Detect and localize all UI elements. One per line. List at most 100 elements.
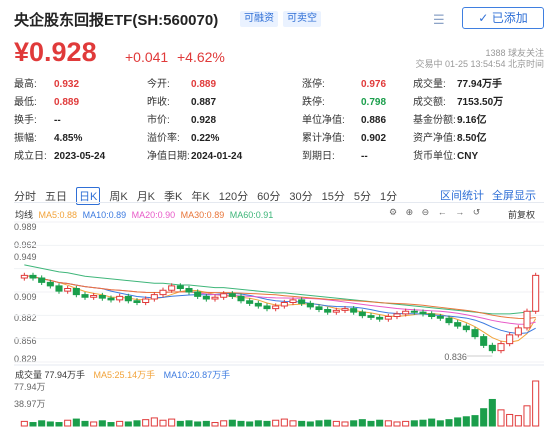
volume-bar (376, 419, 384, 427)
candle-body (246, 300, 254, 304)
volume-bar (497, 409, 505, 427)
volume-bar (81, 420, 89, 427)
candle-body (46, 281, 54, 287)
kline-chart[interactable]: 0.836 (0, 0, 554, 428)
candle-body (29, 274, 37, 279)
volume-bar (64, 419, 72, 427)
volume-bar (263, 420, 271, 427)
volume-bar (150, 417, 158, 427)
volume-bar (272, 419, 280, 427)
volume-bar (29, 422, 37, 427)
candle-body (532, 274, 540, 312)
candle-body (263, 305, 271, 310)
candle-body (176, 285, 184, 289)
volume-bar (228, 419, 236, 427)
candle-body (306, 302, 314, 308)
candle-body (419, 311, 427, 315)
candle-body (402, 310, 410, 315)
volume-bar (20, 420, 28, 427)
candle-body (220, 293, 228, 298)
candle-body (185, 288, 193, 293)
candle-body (514, 327, 522, 336)
volume-bar (350, 420, 358, 427)
volume-bar (358, 419, 366, 427)
candle-body (150, 294, 158, 300)
volume-bar (488, 398, 496, 427)
candle-body (90, 295, 98, 298)
volume-bar (532, 380, 540, 427)
candle-body (289, 299, 297, 303)
volume-bar (324, 419, 332, 427)
volume-bar (168, 418, 176, 427)
candle-body (454, 322, 462, 327)
candle-body (254, 302, 262, 307)
candle-body (410, 310, 418, 313)
candle-body (480, 336, 488, 346)
volume-bar (107, 422, 115, 427)
volume-bar (38, 420, 46, 427)
candle-body (384, 316, 392, 320)
volume-axis-mid: 38.97万 (14, 399, 46, 409)
volume-bar (462, 416, 470, 427)
candle-body (107, 297, 115, 301)
volume-ma5-label: MA5:25.14万手 (93, 370, 156, 380)
volume-bar (211, 422, 219, 427)
volume-bar (393, 421, 401, 427)
ma5-line (24, 274, 537, 343)
volume-bar (298, 420, 306, 427)
candle-body (341, 308, 349, 311)
candle-body (332, 309, 340, 313)
volume-bar (402, 420, 410, 427)
candle-body (393, 313, 401, 317)
candle-body (20, 274, 28, 279)
volume-bar (55, 422, 63, 427)
volume-bar (332, 420, 340, 427)
volume-bar (98, 420, 106, 427)
candle-body (358, 311, 366, 317)
candle-body (324, 309, 332, 313)
volume-bar (220, 420, 228, 427)
candle-body (116, 295, 124, 301)
candle-body (202, 295, 210, 300)
volume-bar (116, 420, 124, 427)
candle-body (81, 294, 89, 298)
candle-body (497, 343, 505, 352)
volume-bar (514, 415, 522, 427)
candle-body (462, 325, 470, 331)
candle-body (280, 302, 288, 307)
volume-bar (367, 420, 375, 427)
volume-bar (480, 408, 488, 427)
candle-body (350, 308, 358, 313)
ma60-line (24, 264, 536, 315)
candle-body (237, 295, 245, 302)
candle-body (428, 313, 436, 317)
candle-body (72, 288, 80, 296)
candle-body (367, 315, 375, 318)
volume-axis-max: 77.94万 (14, 382, 46, 392)
candle-body (124, 295, 132, 302)
volume-ma10-label: MA10:20.87万手 (163, 370, 231, 380)
volume-bar (142, 419, 150, 427)
volume-bar (410, 420, 418, 427)
volume-bar (90, 421, 98, 427)
volume-bar (471, 415, 479, 427)
volume-bar (133, 420, 141, 427)
volume-bar (428, 418, 436, 427)
candle-body (506, 334, 514, 345)
candle-body (211, 296, 219, 300)
volume-bar (306, 421, 314, 427)
volume-bar (194, 421, 202, 427)
candle-body (228, 293, 236, 297)
candle-body (272, 305, 280, 310)
volume-bar (246, 421, 254, 427)
volume-bar (280, 418, 288, 427)
volume-bar (176, 420, 184, 427)
candle-body (488, 344, 496, 352)
volume-bar (454, 417, 462, 427)
candle-body (55, 285, 63, 292)
candle-body (445, 317, 453, 324)
volume-bar (159, 419, 167, 427)
volume-bar (202, 420, 210, 427)
candle-body (298, 299, 306, 304)
volume-bar (124, 421, 132, 427)
